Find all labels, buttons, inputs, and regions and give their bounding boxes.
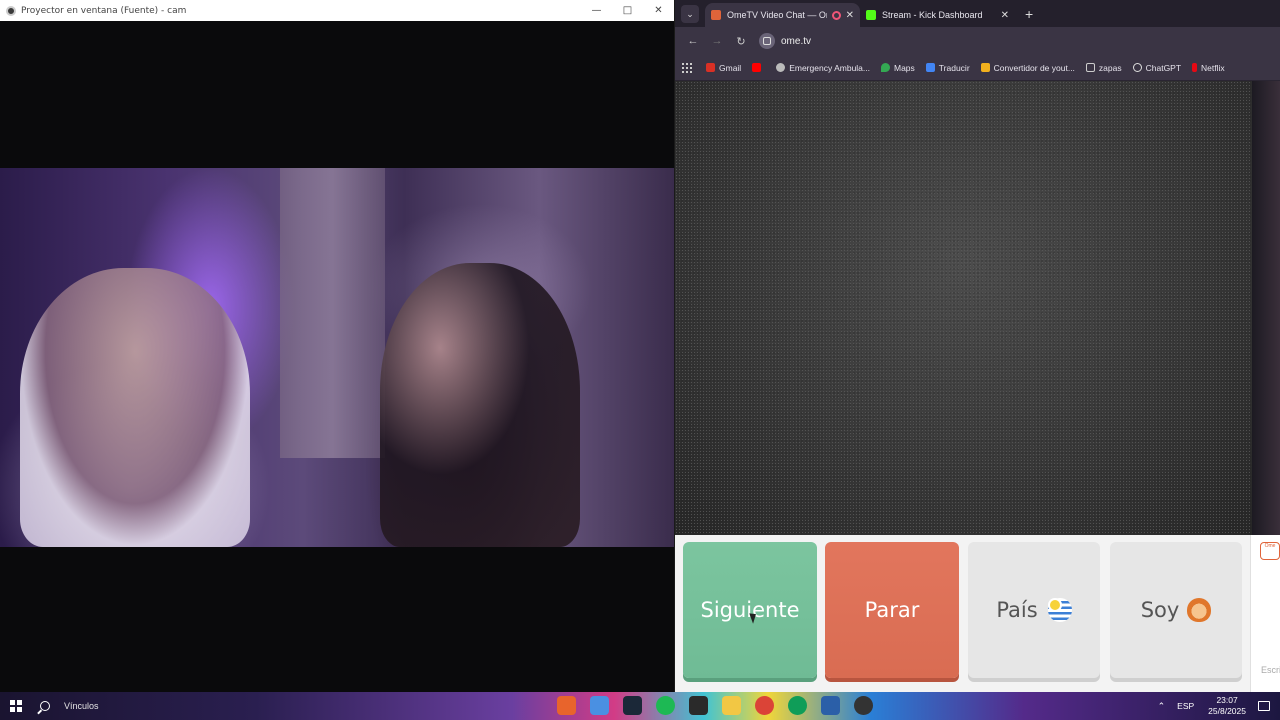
gender-button-label: Soy	[1140, 598, 1180, 622]
gmail-icon	[706, 63, 715, 72]
ometv-logo-icon: Ome	[1260, 542, 1280, 560]
chat-panel: Ome Escri	[1250, 535, 1280, 692]
clock-date: 25/8/2025	[1208, 706, 1246, 716]
projector-letterbox-top	[0, 21, 674, 168]
youtube-icon	[752, 63, 762, 72]
tab-close-icon[interactable]: ✕	[846, 10, 854, 21]
webcam-feed	[0, 168, 674, 547]
webcam-person-right	[380, 263, 580, 547]
clock[interactable]: 23:07 25/8/2025	[1208, 695, 1246, 717]
windows-logo-icon	[10, 700, 22, 712]
tab-label: OmeTV Video Chat — Ome	[727, 10, 827, 20]
next-button[interactable]: Siguiente	[683, 542, 817, 678]
maximize-icon[interactable]: □	[612, 0, 643, 21]
chrome-profile-icon[interactable]	[788, 696, 807, 715]
tab-ometv[interactable]: OmeTV Video Chat — Ome ✕	[705, 3, 860, 27]
projector-titlebar: Proyector en ventana (Fuente) - cam — □ …	[0, 0, 674, 21]
bookmark-youtube-converter[interactable]: Convertidor de yout...	[980, 63, 1075, 73]
clock-time: 23:07	[1216, 695, 1238, 705]
chat-input-placeholder[interactable]: Escri	[1261, 665, 1280, 675]
self-video-preview	[1252, 81, 1280, 535]
next-button-label: Siguiente	[700, 598, 800, 622]
app-b-icon[interactable]	[590, 696, 609, 715]
converter-icon	[980, 63, 990, 72]
url-text: ome.tv	[781, 35, 812, 47]
bookmark-folder-zapas[interactable]: zapas	[1085, 63, 1122, 73]
steam-icon[interactable]	[623, 696, 642, 715]
maps-pin-icon	[881, 63, 890, 72]
projector-window: Proyector en ventana (Fuente) - cam — □ …	[0, 0, 675, 692]
projector-title: Proyector en ventana (Fuente) - cam	[21, 5, 187, 16]
close-icon[interactable]: ✕	[643, 0, 674, 21]
bookmark-maps[interactable]: Maps	[881, 63, 915, 73]
screen: Proyector en ventana (Fuente) - cam — □ …	[0, 0, 1280, 720]
back-arrow-icon[interactable]: ←	[683, 35, 703, 47]
address-bar[interactable]: ome.tv	[759, 31, 811, 51]
bookmark-youtube[interactable]	[752, 63, 765, 72]
obs-taskbar-icon[interactable]	[821, 696, 840, 715]
site-info-icon[interactable]	[759, 33, 775, 49]
apps-grid-icon[interactable]	[682, 62, 692, 73]
app-a-icon[interactable]	[557, 696, 576, 715]
tab-close-icon[interactable]: ✕	[1001, 10, 1009, 21]
stop-button-label: Parar	[864, 598, 920, 622]
uruguay-flag-icon	[1047, 598, 1072, 622]
chatgpt-icon	[1132, 63, 1142, 72]
bookmark-translate[interactable]: Traducir	[925, 63, 970, 73]
app-c-icon[interactable]	[854, 696, 873, 715]
forward-arrow-icon[interactable]: →	[707, 35, 727, 47]
translate-icon	[925, 63, 935, 72]
spotify-icon[interactable]	[656, 696, 675, 715]
woman-emoji-icon	[1187, 598, 1212, 622]
taskbar-pinned-apps	[557, 696, 873, 715]
webcam-background-door	[280, 168, 385, 458]
bookmark-gmail[interactable]: Gmail	[706, 63, 741, 73]
notification-icon[interactable]	[1258, 701, 1270, 711]
epic-games-icon[interactable]	[689, 696, 708, 715]
bookmark-chatgpt[interactable]: ChatGPT	[1132, 63, 1181, 73]
folder-icon	[1085, 63, 1095, 72]
tab-strip: ⌄ OmeTV Video Chat — Ome ✕ Stream - Kick…	[675, 0, 1280, 27]
gender-selector-button[interactable]: Soy	[1110, 542, 1242, 678]
netflix-icon	[1192, 63, 1198, 72]
minimize-icon[interactable]: —	[581, 0, 612, 21]
start-button[interactable]	[0, 692, 32, 720]
stranger-video-static	[675, 81, 1252, 535]
language-indicator[interactable]: ESP	[1177, 701, 1194, 711]
new-tab-icon[interactable]: +	[1025, 6, 1033, 22]
stop-button[interactable]: Parar	[825, 542, 959, 678]
windows-taskbar: Vínculos ⌃ ESP 23:07 25/8/2025	[0, 692, 1280, 720]
chrome-icon[interactable]	[755, 696, 774, 715]
tab-search-icon[interactable]: ⌄	[681, 5, 699, 23]
chat-controls: Siguiente Parar País Soy Ome Escri	[675, 535, 1280, 692]
reload-icon[interactable]: ↻	[731, 35, 751, 48]
search-icon	[40, 701, 50, 711]
ometv-page: Siguiente Parar País Soy Ome Escri	[675, 81, 1280, 692]
bookmark-netflix[interactable]: Netflix	[1192, 63, 1225, 73]
projector-letterbox-bottom	[0, 547, 674, 692]
recording-icon	[831, 10, 841, 20]
country-button-label: País	[996, 598, 1038, 622]
webcam-person-left	[20, 268, 250, 547]
browser-toolbar: ← → ↻ ome.tv	[675, 27, 1280, 55]
globe-icon	[776, 63, 786, 72]
taskbar-search[interactable]: Vínculos	[32, 692, 172, 720]
file-explorer-icon[interactable]	[722, 696, 741, 715]
taskbar-search-label: Vínculos	[64, 701, 99, 711]
bookmarks-bar: Gmail Emergency Ambula... Maps Traducir …	[675, 55, 1280, 81]
bookmark-emergency[interactable]: Emergency Ambula...	[776, 63, 870, 73]
tab-kick-dashboard[interactable]: Stream - Kick Dashboard ✕	[860, 3, 1015, 27]
browser-window: ⌄ OmeTV Video Chat — Ome ✕ Stream - Kick…	[675, 0, 1280, 692]
kick-favicon	[866, 10, 876, 20]
country-selector-button[interactable]: País	[968, 542, 1100, 678]
system-tray: ⌃ ESP 23:07 25/8/2025	[1158, 692, 1280, 720]
window-controls: — □ ✕	[581, 0, 674, 21]
tray-chevron-icon[interactable]: ⌃	[1158, 701, 1166, 712]
ometv-favicon	[711, 10, 721, 20]
tab-label: Stream - Kick Dashboard	[882, 10, 983, 20]
obs-icon	[6, 5, 16, 16]
